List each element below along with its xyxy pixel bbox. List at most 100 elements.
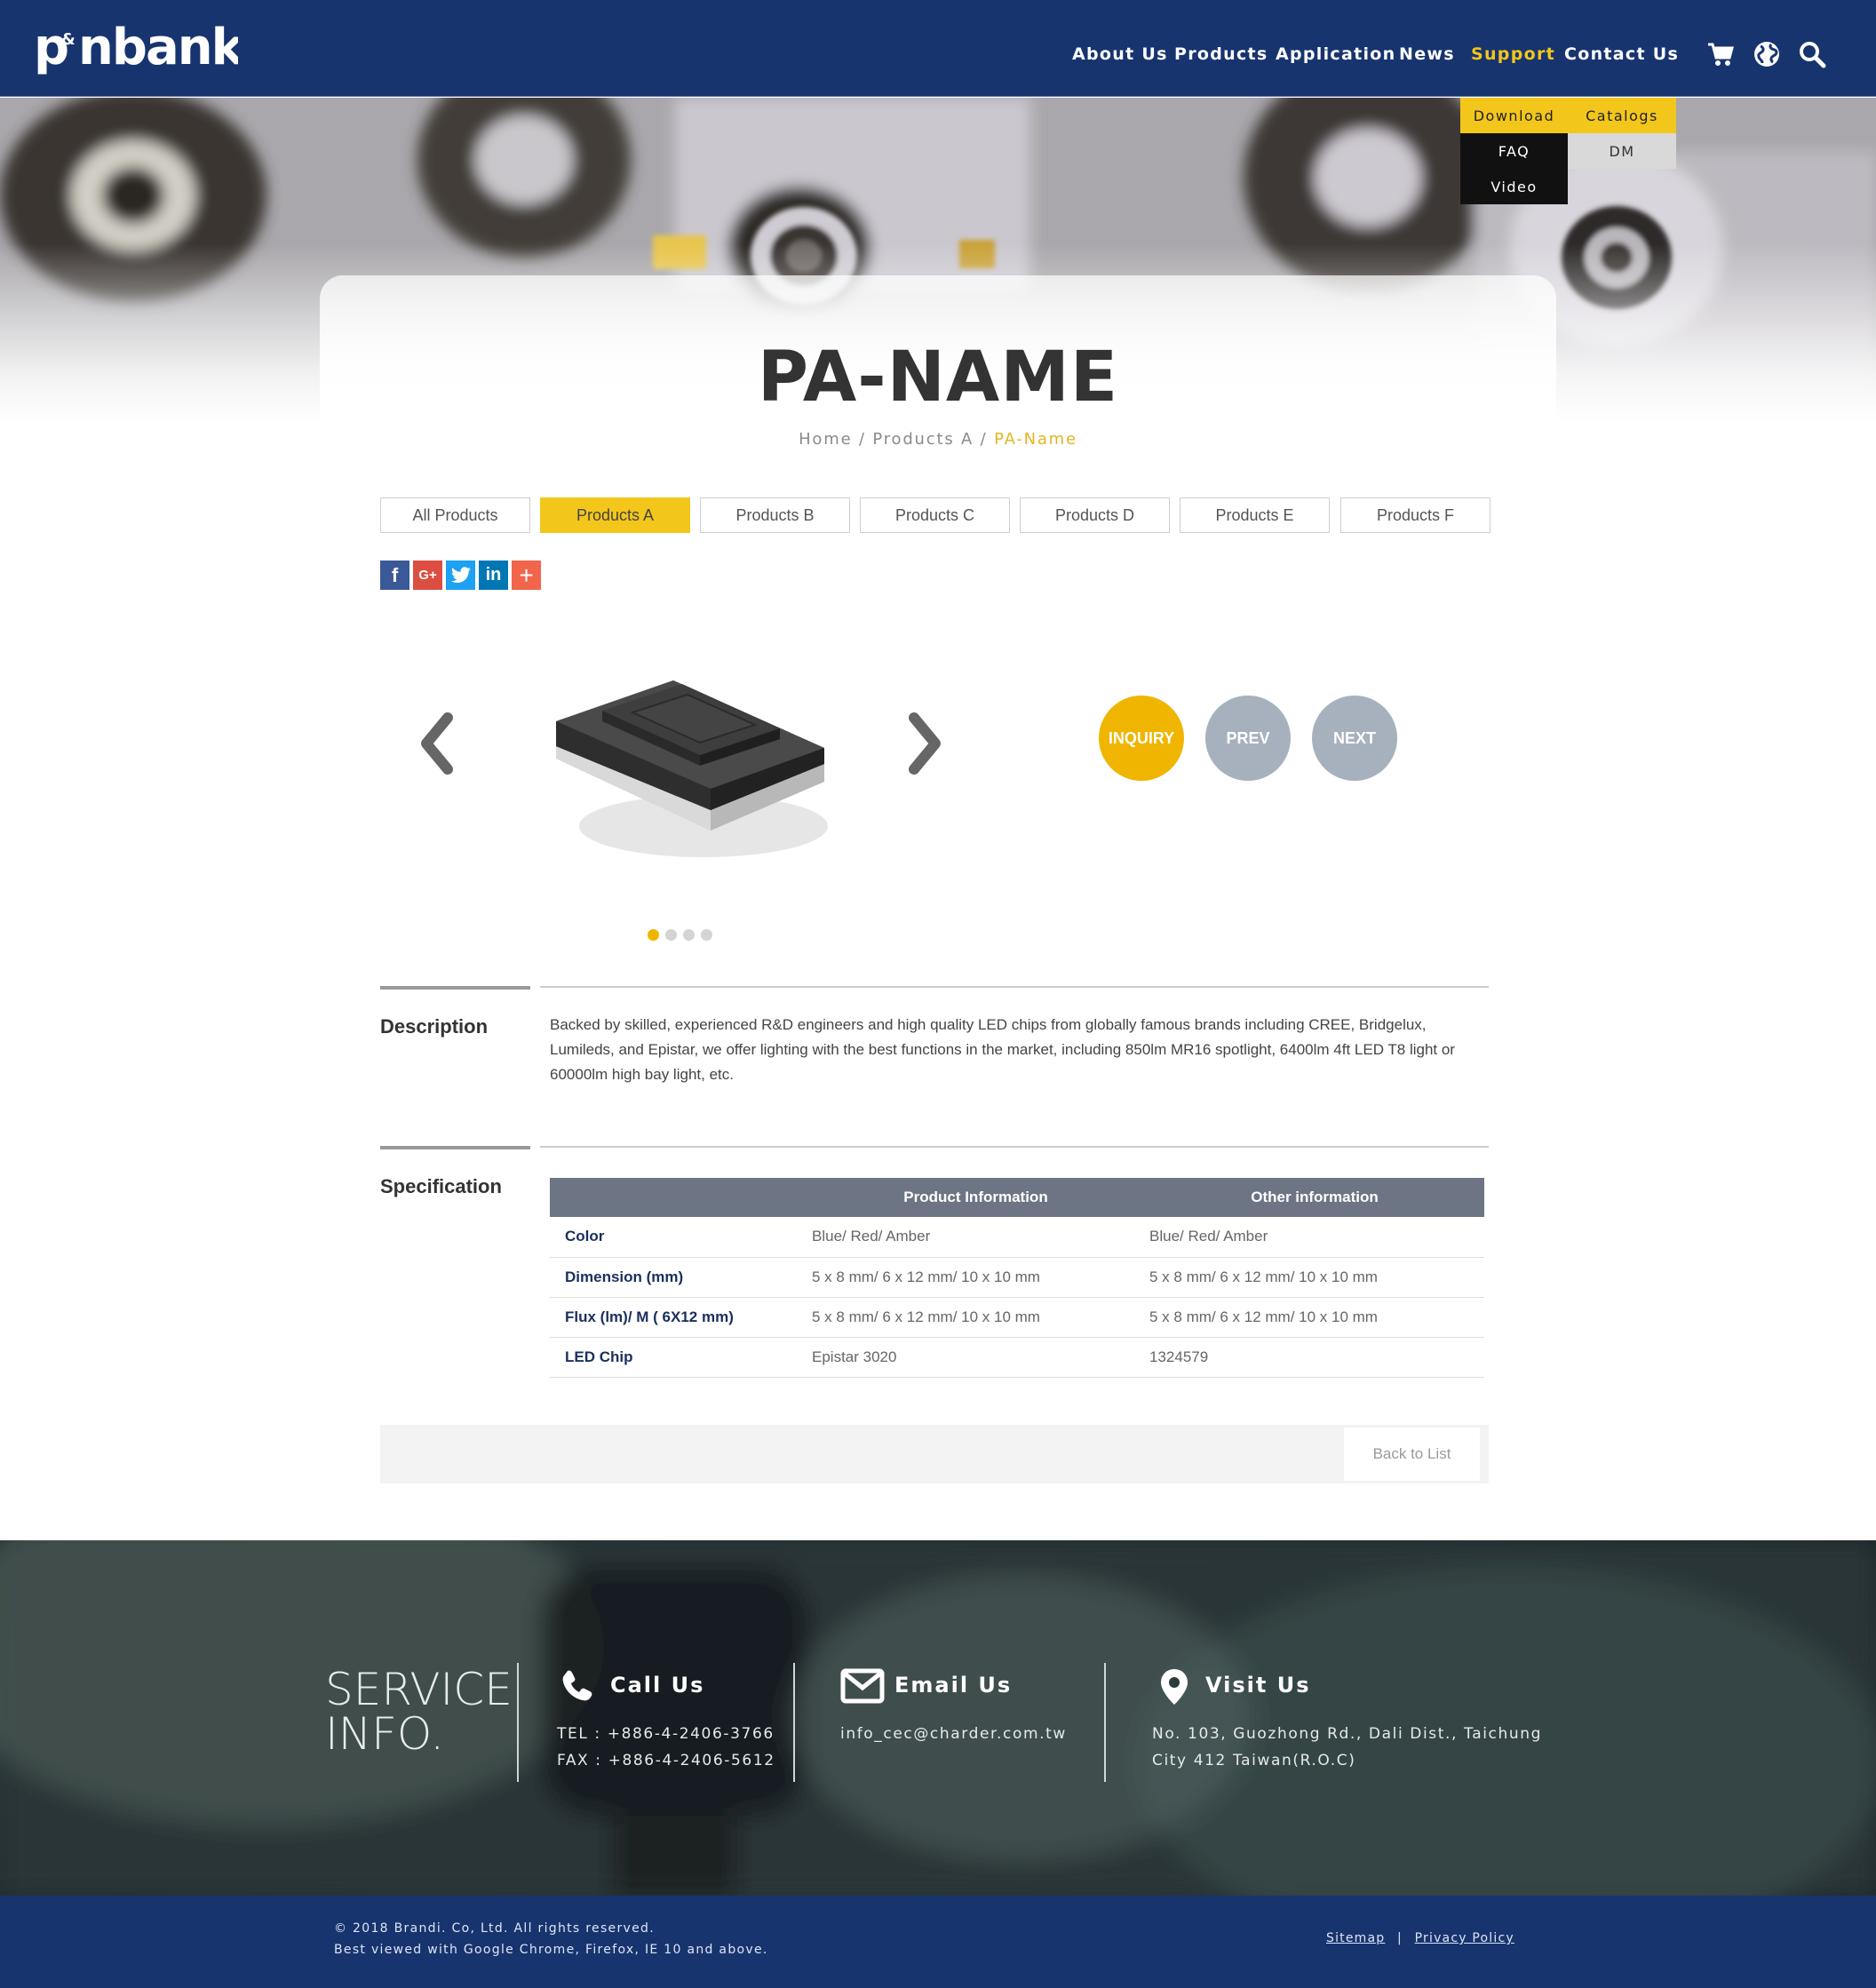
office-address: No. 103, Guozhong Rd., Dali Dist., Taich… xyxy=(1152,1721,1542,1774)
table-header-row: Product Information Other information xyxy=(550,1178,1484,1217)
tab-products-c[interactable]: Products C xyxy=(860,497,1010,533)
menu-faq[interactable]: FAQ xyxy=(1460,133,1568,169)
email-us-heading: Email Us xyxy=(894,1673,1013,1698)
more-share-icon[interactable]: + xyxy=(512,561,541,590)
section-divider xyxy=(540,1146,1489,1148)
back-bar xyxy=(380,1425,1489,1483)
footer-divider xyxy=(1104,1663,1106,1782)
spec-value: 1324579 xyxy=(1145,1337,1484,1378)
nav-news[interactable]: News xyxy=(1399,44,1455,64)
address-line: No. 103, Guozhong Rd., Dali Dist., Taich… xyxy=(1152,1725,1542,1743)
service-info-section xyxy=(0,1540,1876,1896)
search-icon[interactable] xyxy=(1798,40,1826,68)
nav-products[interactable]: Products xyxy=(1174,44,1268,64)
pnbank-logo[interactable]: p & nbank xyxy=(34,18,238,82)
product-image xyxy=(556,680,828,857)
spec-key: Color xyxy=(550,1217,807,1258)
site-header: p & nbank About Us Products Application … xyxy=(0,0,1876,97)
address-line: City 412 Taiwan(R.O.C) xyxy=(1152,1752,1356,1769)
table-header-cell: Other information xyxy=(1145,1178,1484,1217)
inquiry-button[interactable]: INQUIRY xyxy=(1099,696,1184,781)
prev-product-button[interactable]: PREV xyxy=(1205,696,1291,781)
section-divider xyxy=(540,986,1489,988)
tab-products-f[interactable]: Products F xyxy=(1340,497,1490,533)
phone-icon xyxy=(562,1670,592,1701)
menu-dm[interactable]: DM xyxy=(1568,133,1676,169)
twitter-icon[interactable] xyxy=(446,561,475,590)
spec-value: 5 x 8 mm/ 6 x 12 mm/ 10 x 10 mm xyxy=(807,1257,1145,1298)
menu-catalogs[interactable]: Catalogs xyxy=(1568,98,1676,133)
breadcrumb-home[interactable]: Home xyxy=(799,430,852,449)
tab-products-b[interactable]: Products B xyxy=(700,497,850,533)
spec-value: Blue/ Red/ Amber xyxy=(807,1217,1145,1258)
section-divider xyxy=(380,986,530,990)
browser-notice: Best viewed with Google Chrome, Firefox,… xyxy=(334,1943,768,1957)
breadcrumb: Home / Products A / PA-Name xyxy=(0,430,1876,449)
nav-application[interactable]: Application xyxy=(1276,44,1396,64)
gallery-dot[interactable] xyxy=(648,929,659,941)
service-title-line: INFO. xyxy=(325,1708,445,1760)
nav-contact-us[interactable]: Contact Us xyxy=(1564,44,1679,64)
fax-number: FAX : +886-4-2406-5612 xyxy=(557,1752,775,1769)
svg-text:nbank: nbank xyxy=(78,19,238,76)
footer-background-photo xyxy=(0,1540,1876,1896)
footer-divider xyxy=(517,1663,519,1782)
facebook-icon[interactable]: f xyxy=(380,561,409,590)
spec-value: Epistar 3020 xyxy=(807,1337,1145,1378)
tab-products-e[interactable]: Products E xyxy=(1180,497,1330,533)
linkedin-icon[interactable]: in xyxy=(479,561,508,590)
service-info-title: SERVICE INFO. xyxy=(325,1667,513,1756)
support-dropdown: Download Catalogs FAQ DM Video xyxy=(1460,98,1676,204)
tel-number[interactable]: TEL : +886-4-2406-3766 xyxy=(557,1721,775,1747)
breadcrumb-current: PA-Name xyxy=(994,430,1077,449)
gallery-prev-arrow[interactable] xyxy=(414,712,458,775)
svg-text:&: & xyxy=(61,30,76,49)
tab-products-d[interactable]: Products D xyxy=(1020,497,1170,533)
category-tabs: All Products Products A Products B Produ… xyxy=(380,497,1490,533)
map-pin-icon xyxy=(1161,1669,1188,1705)
gallery-dot[interactable] xyxy=(683,929,695,941)
gallery-dot[interactable] xyxy=(665,929,677,941)
menu-video[interactable]: Video xyxy=(1460,169,1568,204)
spec-value: Blue/ Red/ Amber xyxy=(1145,1217,1484,1258)
nav-about-us[interactable]: About Us xyxy=(1072,44,1168,64)
copyright-text: © 2018 Brandi. Co, Ltd. All rights reser… xyxy=(334,1921,655,1936)
email-address[interactable]: info_cec@charder.com.tw xyxy=(840,1721,1067,1747)
specification-table: Product Information Other information Co… xyxy=(550,1178,1484,1378)
spec-key: LED Chip xyxy=(550,1337,807,1378)
footer-link-divider: | xyxy=(1397,1931,1403,1945)
tab-all-products[interactable]: All Products xyxy=(380,497,530,533)
section-divider xyxy=(380,1146,530,1149)
spec-key: Dimension (mm) xyxy=(550,1257,807,1298)
back-to-list-button[interactable]: Back to List xyxy=(1344,1427,1480,1481)
table-row: Flux (lm)/ M ( 6X12 mm) 5 x 8 mm/ 6 x 12… xyxy=(550,1297,1484,1338)
page-title: PA-NAME xyxy=(757,338,1119,417)
menu-download[interactable]: Download xyxy=(1460,98,1568,133)
spec-value: 5 x 8 mm/ 6 x 12 mm/ 10 x 10 mm xyxy=(1145,1297,1484,1338)
google-plus-icon[interactable]: G+ xyxy=(413,561,442,590)
table-header-cell: Product Information xyxy=(807,1178,1145,1217)
table-row: Dimension (mm) 5 x 8 mm/ 6 x 12 mm/ 10 x… xyxy=(550,1257,1484,1298)
spec-value: 5 x 8 mm/ 6 x 12 mm/ 10 x 10 mm xyxy=(1145,1257,1484,1298)
cart-icon[interactable] xyxy=(1706,40,1735,68)
description-text: Backed by skilled, experienced R&D engin… xyxy=(550,1016,1455,1083)
call-us-heading: Call Us xyxy=(610,1673,705,1698)
specification-heading: Specification xyxy=(380,1175,502,1197)
globe-icon[interactable] xyxy=(1753,40,1781,68)
phone-numbers: TEL : +886-4-2406-3766 FAX : +886-4-2406… xyxy=(557,1721,775,1774)
tab-products-a[interactable]: Products A xyxy=(540,497,690,533)
spec-value: 5 x 8 mm/ 6 x 12 mm/ 10 x 10 mm xyxy=(807,1297,1145,1338)
gallery-next-arrow[interactable] xyxy=(903,712,948,775)
footer-divider xyxy=(793,1663,795,1782)
next-product-button[interactable]: NEXT xyxy=(1312,696,1397,781)
spec-key: Flux (lm)/ M ( 6X12 mm) xyxy=(550,1297,807,1338)
footer-links: Sitemap | Privacy Policy xyxy=(1326,1931,1514,1945)
table-row: Color Blue/ Red/ Amber Blue/ Red/ Amber xyxy=(550,1217,1484,1258)
sitemap-link[interactable]: Sitemap xyxy=(1326,1931,1385,1945)
privacy-policy-link[interactable]: Privacy Policy xyxy=(1415,1931,1514,1945)
breadcrumb-section[interactable]: Products A xyxy=(872,430,974,449)
gallery-dot[interactable] xyxy=(701,929,712,941)
envelope-icon xyxy=(840,1668,885,1704)
nav-support[interactable]: Support xyxy=(1471,44,1555,64)
visit-us-heading: Visit Us xyxy=(1205,1673,1311,1698)
